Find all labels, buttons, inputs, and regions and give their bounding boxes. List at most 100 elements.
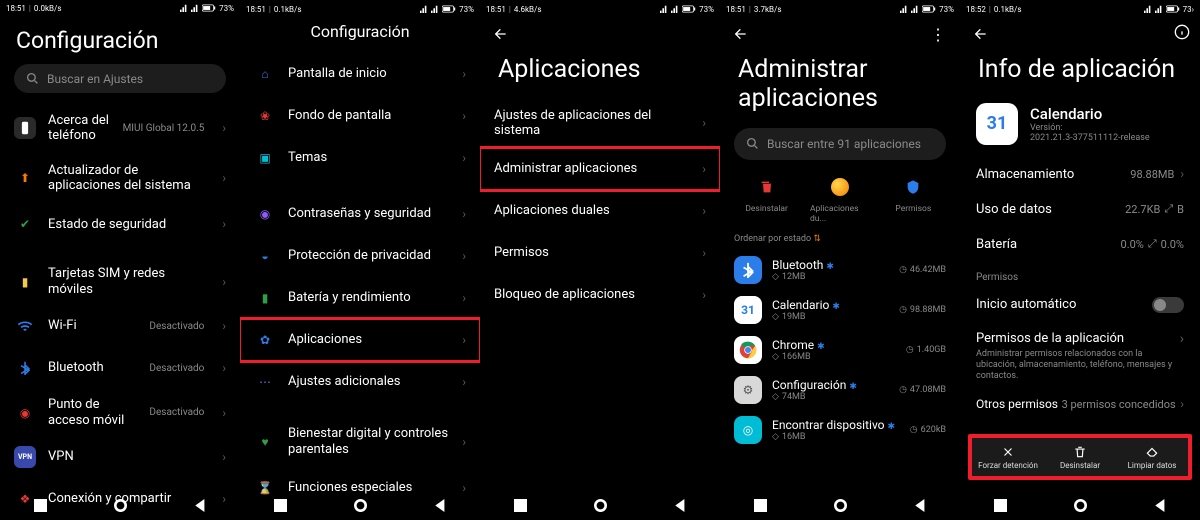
nav-recents-icon[interactable] xyxy=(514,499,527,512)
storage-icon: ◇ xyxy=(772,312,779,322)
chevron-right-icon: › xyxy=(462,207,466,221)
item-security-status[interactable]: ✔ Estado de seguridad › xyxy=(0,203,240,245)
search-input[interactable]: Buscar en Ajustes xyxy=(14,64,226,94)
nav-recents-icon[interactable] xyxy=(34,499,47,512)
chevron-right-icon: › xyxy=(462,291,466,305)
running-badge-icon: ✱ xyxy=(832,302,840,312)
autostart-toggle[interactable] xyxy=(1152,297,1184,313)
clock-icon: ◷ xyxy=(906,345,914,355)
page-title: Configuración xyxy=(0,17,240,64)
nav-home-icon[interactable] xyxy=(834,499,847,512)
page-title: Administrar aplicaciones xyxy=(720,50,960,128)
nav-bar xyxy=(960,490,1200,520)
nav-back-icon[interactable] xyxy=(434,499,447,512)
nav-bar xyxy=(0,490,240,520)
action-permissions[interactable]: Permisos xyxy=(883,174,943,224)
battery-icon xyxy=(442,5,456,13)
search-icon xyxy=(746,137,759,150)
item-additional[interactable]: ⋯Ajustes adicionales› xyxy=(240,361,480,403)
search-placeholder: Buscar entre 91 aplicaciones xyxy=(767,137,921,151)
item-privacy[interactable]: ◒Protección de privacidad› xyxy=(240,235,480,277)
app-row-find-device[interactable]: ◎ Encontrar dispositivo ✱◇16MB ◷620kB xyxy=(720,410,960,450)
running-badge-icon: ✱ xyxy=(817,342,825,352)
theme-icon: ▣ xyxy=(254,147,276,169)
sort-control[interactable]: Ordenar por estado ⇅ xyxy=(720,228,960,250)
nav-home-icon[interactable] xyxy=(354,499,367,512)
nav-home-icon[interactable] xyxy=(114,499,127,512)
action-uninstall[interactable]: Desinstalar xyxy=(737,174,797,224)
chevron-right-icon: › xyxy=(222,319,226,333)
back-button[interactable] xyxy=(970,23,992,45)
app-icon: ⚙ xyxy=(734,376,762,404)
item-permissions[interactable]: Permisos› xyxy=(480,232,720,274)
item-dual-apps[interactable]: Aplicaciones duales› xyxy=(480,190,720,232)
overflow-menu-icon[interactable]: ⋮ xyxy=(926,25,950,44)
nav-home-icon[interactable] xyxy=(594,499,607,512)
item-sim[interactable]: ▮ Tarjetas SIM y redes móviles › xyxy=(0,258,240,305)
app-row-settings[interactable]: ⚙ Configuración ✱◇74MB ◷47.08MB xyxy=(720,370,960,410)
nav-recents-icon[interactable] xyxy=(994,499,1007,512)
item-wallpaper[interactable]: ❀Fondo de pantalla› xyxy=(240,95,480,137)
shield-icon: ✔ xyxy=(14,213,36,235)
item-vpn[interactable]: VPN VPN › xyxy=(0,436,240,478)
stat-storage[interactable]: Almacenamiento98.88MB› xyxy=(960,157,1200,192)
autostart-row[interactable]: Inicio automático xyxy=(960,287,1200,323)
battery-icon xyxy=(202,4,216,12)
app-row-bluetooth[interactable]: Bluetooth ✱◇12MB ◷46.42MB xyxy=(720,250,960,290)
expand-icon: ⤢ xyxy=(1148,237,1157,251)
item-system-updater[interactable]: ⬆ Actualizador de aplicaciones del siste… xyxy=(0,153,240,203)
battery-icon xyxy=(1166,5,1180,13)
chevron-right-icon: › xyxy=(222,450,226,464)
nav-bar xyxy=(480,490,720,520)
other-permissions-row[interactable]: Otros permisos3 permisos concedidos › xyxy=(960,389,1200,419)
back-button[interactable] xyxy=(730,23,752,45)
status-bar: 18:51|4.6kB/s 73% xyxy=(480,0,720,18)
info-icon[interactable] xyxy=(1174,24,1190,44)
force-stop-button[interactable]: Forzar detención xyxy=(972,438,1044,476)
item-hotspot[interactable]: ◉ Punto de acceso móvil Desactivado › xyxy=(0,389,240,436)
item-home-screen[interactable]: ⌂Pantalla de inicio› xyxy=(240,53,480,95)
app-permissions-row[interactable]: Permisos de la aplicación › xyxy=(960,323,1200,349)
signal-icon xyxy=(671,5,679,13)
update-icon: ⬆ xyxy=(14,167,36,189)
nav-back-icon[interactable] xyxy=(914,499,927,512)
item-themes[interactable]: ▣Temas› xyxy=(240,137,480,179)
app-row-calendar[interactable]: 31 Calendario ✱◇19MB ◷98.88MB xyxy=(720,290,960,330)
search-icon xyxy=(26,72,39,85)
signal-icon xyxy=(191,4,199,12)
app-icon: ◎ xyxy=(734,416,762,444)
nav-back-icon[interactable] xyxy=(1154,499,1167,512)
nav-bar xyxy=(240,490,480,520)
nav-home-icon[interactable] xyxy=(1074,499,1087,512)
screen-settings-root: 18:51|0.0kB/s 73% Configuración Buscar e… xyxy=(0,0,240,520)
chevron-right-icon: › xyxy=(222,406,226,420)
item-wifi[interactable]: Wi-Fi Desactivado › xyxy=(0,305,240,347)
bottom-action-bar: Forzar detención Desinstalar Limpiar dat… xyxy=(968,434,1192,480)
search-input[interactable]: Buscar entre 91 aplicaciones xyxy=(734,128,946,160)
item-wellbeing[interactable]: ♥Bienestar digital y controles parentale… xyxy=(240,417,480,467)
app-row-chrome[interactable]: Chrome ✱◇166MB ◷1.40GB xyxy=(720,330,960,370)
chevron-right-icon: › xyxy=(222,275,226,289)
item-battery[interactable]: ▮Batería y rendimiento› xyxy=(240,277,480,319)
item-about-phone[interactable]: Acerca del teléfono MIUI Global 12.0.5 › xyxy=(0,103,240,153)
item-manage-apps[interactable]: Administrar aplicaciones› xyxy=(480,148,720,190)
app-icon: 31 xyxy=(734,296,762,324)
back-button[interactable] xyxy=(490,23,512,45)
chevron-right-icon: › xyxy=(702,288,706,302)
item-system-app-settings[interactable]: Ajustes de aplicaciones del sistema› xyxy=(480,99,720,148)
clear-data-button[interactable]: Limpiar datos xyxy=(1116,438,1188,476)
running-badge-icon: ✱ xyxy=(826,262,834,272)
nav-back-icon[interactable] xyxy=(194,499,207,512)
item-bluetooth[interactable]: Bluetooth Desactivado › xyxy=(0,347,240,389)
nav-recents-icon[interactable] xyxy=(754,499,767,512)
action-dual-apps[interactable]: Aplicaciones du... xyxy=(810,174,870,224)
item-apps[interactable]: ✿Aplicaciones› xyxy=(240,319,480,361)
item-app-lock[interactable]: Bloqueo de aplicaciones› xyxy=(480,274,720,316)
item-passwords[interactable]: ◉Contraseñas y seguridad› xyxy=(240,193,480,235)
stat-battery[interactable]: Batería0.0% ⤢0.0% xyxy=(960,227,1200,262)
battery-icon xyxy=(682,5,696,13)
uninstall-button[interactable]: Desinstalar xyxy=(1044,438,1116,476)
nav-back-icon[interactable] xyxy=(674,499,687,512)
stat-data[interactable]: Uso de datos22.7KB ⤢B xyxy=(960,192,1200,227)
nav-recents-icon[interactable] xyxy=(274,499,287,512)
